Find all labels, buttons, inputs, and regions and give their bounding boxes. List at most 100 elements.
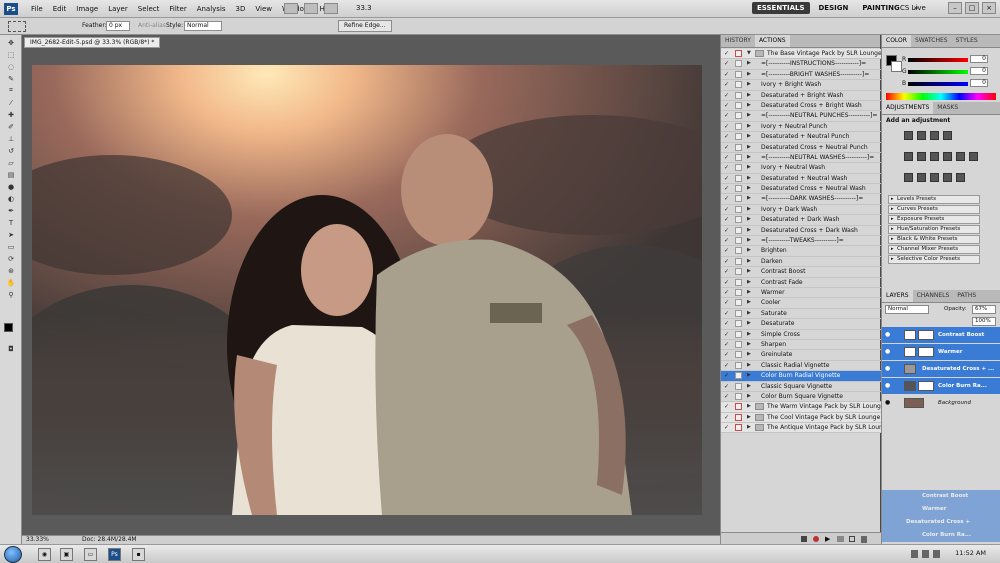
levels-icon[interactable] [917,131,926,140]
expand-triangle-icon[interactable]: ▶ [747,330,751,339]
layer-mask-thumbnail[interactable] [918,381,934,391]
toggle-checkmark-icon[interactable]: ✓ [724,154,731,161]
toggle-checkmark-icon[interactable]: ✓ [724,133,731,140]
new-set-icon[interactable] [837,536,844,542]
toggle-checkmark-icon[interactable]: ✓ [724,216,731,223]
action-row[interactable]: ✓ ▶ Desaturated + Neutral Punch [721,132,881,143]
media-taskbar-icon[interactable]: ▣ [60,548,73,561]
action-row[interactable]: ✓ ▶ Greinulate [721,350,881,361]
close-icon[interactable]: × [982,2,996,14]
black-white-presets[interactable]: Black & White Presets [888,235,980,244]
fill-input[interactable]: 100% [972,317,996,326]
expand-triangle-icon[interactable]: ▶ [747,340,751,349]
action-row[interactable]: ✓ ▶ Ivory + Neutral Wash [721,163,881,174]
document-tab[interactable]: IMG_2682-Edit-5.psd @ 33.3% (RGB/8*) * [24,37,161,48]
expand-triangle-icon[interactable]: ▶ [747,350,751,359]
toggle-checkmark-icon[interactable]: ✓ [724,144,731,151]
menu-image[interactable]: Image [71,4,103,14]
brightness-icon[interactable] [904,131,913,140]
toggle-checkmark-icon[interactable]: ✓ [724,247,731,254]
layer-name[interactable]: Desaturated Cross + ... [922,361,994,377]
expand-triangle-icon[interactable]: ▶ [747,194,751,203]
expand-triangle-icon[interactable]: ▶ [747,143,751,152]
tab-actions[interactable]: ACTIONS [754,35,790,47]
action-row[interactable]: ✓ ▶ =[----------BRIGHT WASHES----------]= [721,70,881,81]
menu-analysis[interactable]: Analysis [192,4,231,14]
expand-triangle-icon[interactable]: ▶ [747,111,751,120]
dialog-toggle-icon[interactable] [735,413,742,421]
history-brush-tool-icon[interactable]: ↺ [4,146,18,155]
visibility-eye-icon[interactable]: ● [885,327,893,343]
status-doc-info[interactable]: Doc: 28.4M/28.4M [82,536,137,543]
opacity-input[interactable]: 67% [972,305,996,314]
play-icon[interactable]: ▶ [825,535,830,543]
action-row[interactable]: ✓ ▶ Sharpen [721,340,881,351]
pen-tool-icon[interactable]: ✒ [4,206,18,215]
hand-tool-icon[interactable] [324,3,338,14]
menu-file[interactable]: File [26,4,48,14]
toggle-checkmark-icon[interactable]: ✓ [724,268,731,275]
healing-brush-tool-icon[interactable]: ✚ [4,110,18,119]
red-slider[interactable] [908,58,968,62]
expand-triangle-icon[interactable]: ▶ [747,382,751,391]
expand-triangle-icon[interactable]: ▶ [747,413,751,422]
eyedropper-tool-icon[interactable]: ⁄ [4,98,18,107]
antialias-checkbox[interactable]: Anti-alias [138,22,166,29]
curves-presets[interactable]: Curves Presets [888,205,980,214]
tab-paths[interactable]: PATHS [953,290,980,302]
hue-saturation-icon[interactable] [917,152,926,161]
toggle-checkmark-icon[interactable]: ✓ [724,92,731,99]
zoom-level[interactable]: 33.3 [356,4,372,12]
minimize-icon[interactable]: – [948,2,962,14]
hand-tool-icon[interactable]: ✋ [4,278,18,287]
brush-tool-icon[interactable]: ✐ [4,122,18,131]
toggle-checkmark-icon[interactable]: ✓ [724,341,731,348]
toggle-checkmark-icon[interactable]: ✓ [724,289,731,296]
tab-layers[interactable]: LAYERS [882,290,913,302]
dialog-toggle-icon[interactable] [735,403,742,411]
menu-3d[interactable]: 3D [231,4,251,14]
feather-input[interactable]: 0 px [106,21,130,31]
blur-tool-icon[interactable]: ● [4,182,18,191]
toggle-checkmark-icon[interactable]: ✓ [724,112,731,119]
marquee-tool-preset-icon[interactable] [8,21,26,32]
cs-live-button[interactable]: CS Live [900,4,926,12]
action-row[interactable]: ✓ ▶ =[----------DARK WASHES----------]= [721,194,881,205]
action-row[interactable]: ✓ ▶ Ivory + Bright Wash [721,80,881,91]
layer-mask-thumbnail[interactable] [918,347,934,357]
expand-triangle-icon[interactable]: ▶ [747,423,751,432]
action-row[interactable]: ✓ ▶ Ivory + Neutral Punch [721,122,881,133]
color-spectrum-bar[interactable] [886,93,996,100]
tab-channels[interactable]: CHANNELS [913,290,954,302]
image-canvas[interactable] [32,65,702,515]
action-row[interactable]: ✓ ▶ Ivory + Dark Wash [721,205,881,216]
tab-history[interactable]: HISTORY [721,35,755,47]
expand-triangle-icon[interactable]: ▶ [747,267,751,276]
dialog-toggle-icon[interactable] [735,122,742,130]
expand-triangle-icon[interactable]: ▶ [747,288,751,297]
toggle-checkmark-icon[interactable]: ✓ [724,372,731,379]
expand-triangle-icon[interactable]: ▶ [747,246,751,255]
explorer-taskbar-icon[interactable]: ▭ [84,548,97,561]
toggle-checkmark-icon[interactable]: ✓ [724,206,731,213]
action-row[interactable]: ✓ ▶ =[----------INSTRUCTIONS-----------]= [721,59,881,70]
action-row[interactable]: ✓ ▶ Brighten [721,246,881,257]
dialog-toggle-icon[interactable] [735,247,742,255]
taskbar-clock[interactable]: 11:52 AM [955,549,986,557]
lasso-tool-icon[interactable]: ◌ [4,62,18,71]
tab-swatches[interactable]: SWATCHES [911,35,952,47]
refine-edge-button[interactable]: Refine Edge... [338,20,392,32]
action-set-row[interactable]: ✓ ▶ The Cool Vintage Pack by SLR Lounge [721,412,881,424]
toggle-checkmark-icon[interactable]: ✓ [724,310,731,317]
layer-row[interactable]: ● Contrast Boost [882,327,1000,343]
status-zoom[interactable]: 33.33% [26,536,49,543]
toggle-checkmark-icon[interactable]: ✓ [724,185,731,192]
levels-presets[interactable]: Levels Presets [888,195,980,204]
toggle-checkmark-icon[interactable]: ✓ [724,414,731,421]
action-row[interactable]: ✓ ▶ Saturate [721,309,881,320]
expand-triangle-icon[interactable]: ▶ [747,402,751,411]
action-set-row[interactable]: ✓ ▶ The Antique Vintage Pack by SLR Lounge [721,423,890,434]
layer-name[interactable]: Color Burn Ra... [938,378,987,394]
gradient-map-icon[interactable] [943,173,952,182]
dialog-toggle-icon[interactable] [735,278,742,286]
